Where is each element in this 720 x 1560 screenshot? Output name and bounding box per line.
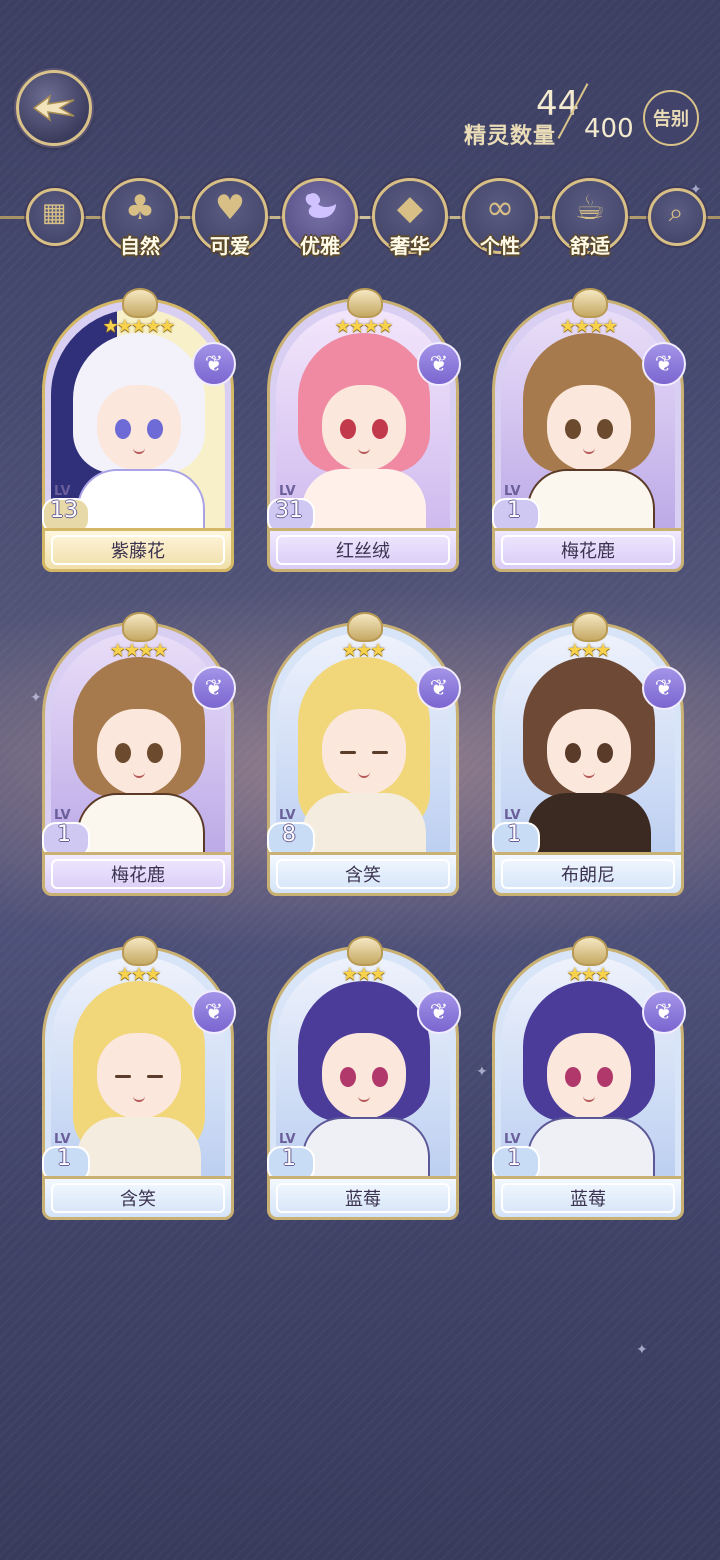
sprite-card-bulangni[interactable]: ★★★ ❦ LV 1 布朗尼 bbox=[492, 612, 686, 900]
name-plate: 梅花鹿 bbox=[42, 852, 234, 896]
swan-icon: ❦ bbox=[192, 990, 236, 1034]
sprite-counter: 精灵数量 44 400 bbox=[460, 80, 640, 150]
swan-icon: ❦ bbox=[417, 342, 461, 386]
swan-icon: ❦ bbox=[417, 990, 461, 1034]
filter-luxury[interactable]: ◆ 奢华 bbox=[372, 178, 448, 258]
search-icon: ⌕ bbox=[668, 198, 684, 228]
level-badge: LV 1 bbox=[492, 1132, 540, 1182]
card-crest bbox=[122, 612, 158, 642]
sprite-card-meihualu[interactable]: ★★★★ ❦ LV 1 梅花鹿 bbox=[492, 288, 686, 576]
card-crest bbox=[572, 288, 608, 318]
swan-icon bbox=[282, 188, 358, 231]
name-plate: 红丝绒 bbox=[267, 528, 459, 572]
card-crest bbox=[122, 288, 158, 318]
sprite-card-hanxiao[interactable]: ★★★ ❦ LV 8 含笑 bbox=[267, 612, 461, 900]
sprite-name: 紫藤花 bbox=[111, 541, 165, 562]
farewell-label: 告别 bbox=[653, 109, 689, 130]
sprite-name: 含笑 bbox=[120, 1189, 156, 1210]
card-crest bbox=[122, 936, 158, 966]
name-plate: 蓝莓 bbox=[267, 1176, 459, 1220]
count-current: 44 bbox=[536, 84, 580, 124]
sprite-card-hongsirong[interactable]: ★★★★ ❦ LV 31 红丝绒 bbox=[267, 288, 461, 576]
rarity-stars: ★★★★★ bbox=[102, 316, 176, 337]
level-badge: LV 1 bbox=[42, 1132, 90, 1182]
sprite-name: 布朗尼 bbox=[561, 865, 615, 886]
card-crest bbox=[347, 288, 383, 318]
teacup-icon: ☕ bbox=[574, 188, 606, 228]
filter-cute[interactable]: ♥ 可爱 bbox=[192, 178, 268, 258]
rarity-stars: ★★★ bbox=[566, 640, 611, 661]
heart-icon: ♥ bbox=[214, 188, 246, 228]
sprite-card-lanmei[interactable]: ★★★ ❦ LV 1 蓝莓 bbox=[267, 936, 461, 1224]
sprite-card-lanmei-2[interactable]: ★★★ ❦ LV 1 蓝莓 bbox=[492, 936, 686, 1224]
rarity-stars: ★★★ bbox=[116, 964, 161, 985]
name-plate: 布朗尼 bbox=[492, 852, 684, 896]
level-badge: LV 31 bbox=[267, 484, 315, 534]
name-plate: 含笑 bbox=[267, 852, 459, 896]
card-crest bbox=[572, 936, 608, 966]
rarity-stars: ★★★★ bbox=[559, 316, 619, 337]
card-crest bbox=[347, 612, 383, 642]
swan-icon: ❦ bbox=[642, 990, 686, 1034]
back-button[interactable] bbox=[16, 70, 92, 146]
filter-all[interactable]: ▦ bbox=[16, 178, 90, 252]
filter-nature[interactable]: ♣ 自然 bbox=[102, 178, 178, 258]
glasses-icon: ∞ bbox=[485, 188, 515, 228]
sparkle-icon: ✦ bbox=[476, 1064, 488, 1080]
swan-icon: ❦ bbox=[417, 666, 461, 710]
swan-icon: ❦ bbox=[642, 666, 686, 710]
back-arrow-icon bbox=[32, 94, 75, 122]
name-plate: 含笑 bbox=[42, 1176, 234, 1220]
filter-personality[interactable]: ∞ 个性 bbox=[462, 178, 538, 258]
card-crest bbox=[572, 612, 608, 642]
sprite-name: 蓝莓 bbox=[345, 1189, 381, 1210]
sparkle-icon: ✦ bbox=[636, 1342, 648, 1358]
filter-search[interactable]: ⌕ bbox=[638, 178, 712, 252]
sprite-card-meihualu-2[interactable]: ★★★★ ❦ LV 1 梅花鹿 bbox=[42, 612, 236, 900]
name-plate: 蓝莓 bbox=[492, 1176, 684, 1220]
level-badge: LV 8 bbox=[267, 808, 315, 858]
rarity-stars: ★★★ bbox=[566, 964, 611, 985]
sprite-name: 含笑 bbox=[345, 865, 381, 886]
rarity-stars: ★★★ bbox=[341, 640, 386, 661]
count-max: 400 bbox=[584, 114, 634, 144]
level-badge: LV 13 bbox=[42, 484, 90, 534]
swan-icon: ❦ bbox=[642, 342, 686, 386]
sparkle-icon: ✦ bbox=[30, 690, 42, 706]
sprite-name: 蓝莓 bbox=[570, 1189, 606, 1210]
rarity-stars: ★★★ bbox=[341, 964, 386, 985]
swan-icon: ❦ bbox=[192, 666, 236, 710]
rarity-stars: ★★★★ bbox=[334, 316, 394, 337]
level-badge: LV 1 bbox=[492, 484, 540, 534]
level-badge: LV 1 bbox=[42, 808, 90, 858]
sprite-name: 梅花鹿 bbox=[561, 541, 615, 562]
rarity-stars: ★★★★ bbox=[109, 640, 169, 661]
card-crest bbox=[347, 936, 383, 966]
level-badge: LV 1 bbox=[492, 808, 540, 858]
name-plate: 紫藤花 bbox=[42, 528, 234, 572]
name-plate: 梅花鹿 bbox=[492, 528, 684, 572]
filter-elegant[interactable]: 优雅 bbox=[282, 178, 358, 258]
sprite-card-ziteng[interactable]: ★★★★★ ❦ LV 13 紫藤花 bbox=[42, 288, 236, 576]
filter-comfort[interactable]: ☕ 舒适 bbox=[552, 178, 628, 258]
swan-icon: ❦ bbox=[192, 342, 236, 386]
sprite-name: 红丝绒 bbox=[336, 541, 390, 562]
level-badge: LV 1 bbox=[267, 1132, 315, 1182]
clover-icon: ♣ bbox=[124, 188, 156, 228]
sprite-card-hanxiao-2[interactable]: ★★★ ❦ LV 1 含笑 bbox=[42, 936, 236, 1224]
farewell-button[interactable]: 告别 bbox=[643, 90, 699, 146]
sprite-name: 梅花鹿 bbox=[111, 865, 165, 886]
diamond-icon: ◆ bbox=[396, 188, 424, 228]
grid-icon: ▦ bbox=[41, 198, 67, 228]
